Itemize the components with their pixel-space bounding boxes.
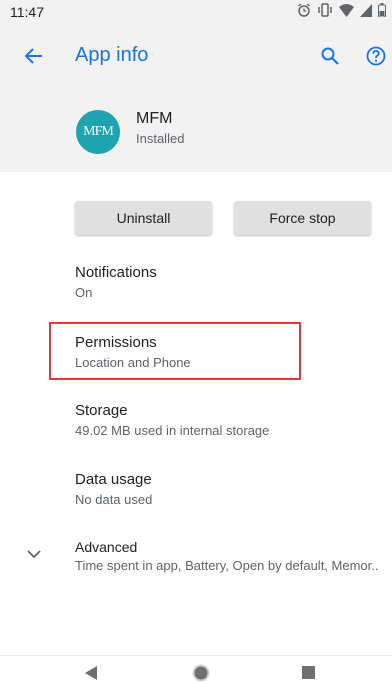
item-title: Storage [75,402,128,419]
app-name: MFM [136,110,173,127]
battery-icon [378,3,386,17]
advanced-item[interactable]: Advanced Time spent in app, Battery, Ope… [75,539,390,573]
navigation-bar [0,655,392,684]
arrow-back-icon [25,48,42,64]
nav-home-icon[interactable] [192,664,210,682]
notifications-item[interactable]: Notifications On [75,264,390,300]
app-info-header: App info MFM MFM Installed [0,24,392,172]
item-title: Advanced [75,539,138,555]
search-button[interactable] [316,42,344,70]
signal-icon [360,3,372,17]
wifi-icon [339,3,354,17]
app-install-status: Installed [136,131,185,146]
item-subtitle: 49.02 MB used in internal storage [75,423,270,438]
item-subtitle: Time spent in app, Battery, Open by defa… [75,558,379,573]
item-title: Notifications [75,264,157,281]
item-subtitle: On [75,285,93,300]
back-button[interactable] [20,42,48,70]
item-title: Data usage [75,471,152,488]
status-time: 11:47 [10,4,44,20]
help-button[interactable] [362,42,390,70]
item-subtitle: No data used [75,492,153,507]
data-usage-item[interactable]: Data usage No data used [75,471,390,507]
uninstall-button[interactable]: Uninstall [75,201,212,235]
nav-recents-icon[interactable] [302,666,315,679]
storage-item[interactable]: Storage 49.02 MB used in internal storag… [75,402,390,438]
force-stop-button[interactable]: Force stop [234,201,371,235]
permissions-highlight-box [49,322,301,380]
nav-back-icon[interactable] [85,666,97,680]
app-icon: MFM [76,110,120,154]
vibrate-icon [318,3,332,17]
search-icon [321,47,339,65]
alarm-icon [298,3,310,17]
status-icons [297,3,386,17]
page-title: App info [75,44,149,66]
chevron-down-icon[interactable] [24,544,44,564]
status-bar: 11:47 [0,0,392,24]
help-icon [366,46,386,66]
